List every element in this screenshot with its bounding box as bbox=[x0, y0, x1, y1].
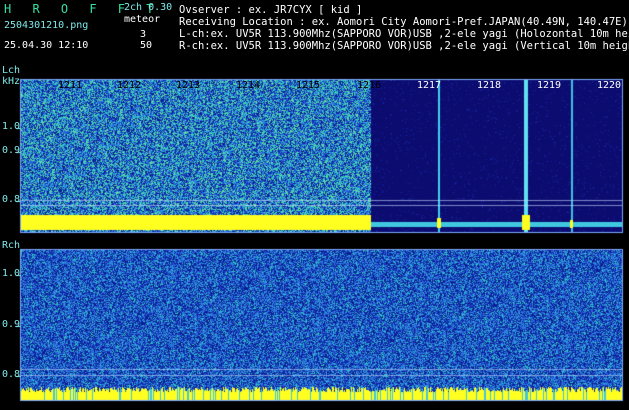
rch-label: Rch bbox=[2, 240, 21, 251]
x-tick-1219: 1219 bbox=[537, 80, 562, 91]
event-label: meteor bbox=[124, 14, 161, 25]
observer-line: Ovserver : ex. JR7CYX [ kid ] bbox=[179, 4, 363, 16]
mode-label: 2ch 0.30 bbox=[124, 2, 173, 13]
unit-label: kHz bbox=[2, 76, 21, 87]
lch-ytick-1-0: 1.0 bbox=[2, 121, 21, 132]
spectrogram-canvas bbox=[0, 0, 629, 410]
lch-info-line: L-ch:ex. UV5R 113.900Mhz(SAPPORO VOR)USB… bbox=[179, 28, 629, 40]
lch-label: Lch bbox=[2, 65, 21, 76]
rch-info-line: R-ch:ex. UV5R 113.900Mhz(SAPPORO VOR)USB… bbox=[179, 40, 629, 52]
datetime-label: 25.04.30 12:10 bbox=[4, 40, 89, 51]
x-tick-1218: 1218 bbox=[477, 80, 502, 91]
x-tick-1212: 1212 bbox=[117, 80, 142, 91]
rch-ytick-0-8: 0.8 bbox=[2, 369, 21, 380]
x-tick-1213: 1213 bbox=[176, 80, 201, 91]
x-tick-1216: 1216 bbox=[357, 80, 382, 91]
x-tick-1215: 1215 bbox=[296, 80, 321, 91]
x-tick-1211: 1211 bbox=[58, 80, 83, 91]
rch-ytick-0-9: 0.9 bbox=[2, 319, 21, 330]
filename-label: 2504301210.png bbox=[4, 20, 89, 31]
x-tick-1214: 1214 bbox=[236, 80, 261, 91]
lch-ytick-0-9: 0.9 bbox=[2, 145, 21, 156]
x-tick-1220: 1220 bbox=[597, 80, 622, 91]
lch-count: 3 bbox=[140, 29, 147, 40]
rch-ytick-1-0: 1.0 bbox=[2, 268, 21, 279]
lch-ytick-0-8: 0.8 bbox=[2, 194, 21, 205]
x-tick-1217: 1217 bbox=[417, 80, 442, 91]
location-line: Receiving Location : ex. Aomori City Aom… bbox=[179, 16, 628, 28]
rch-count: 50 bbox=[140, 40, 153, 51]
